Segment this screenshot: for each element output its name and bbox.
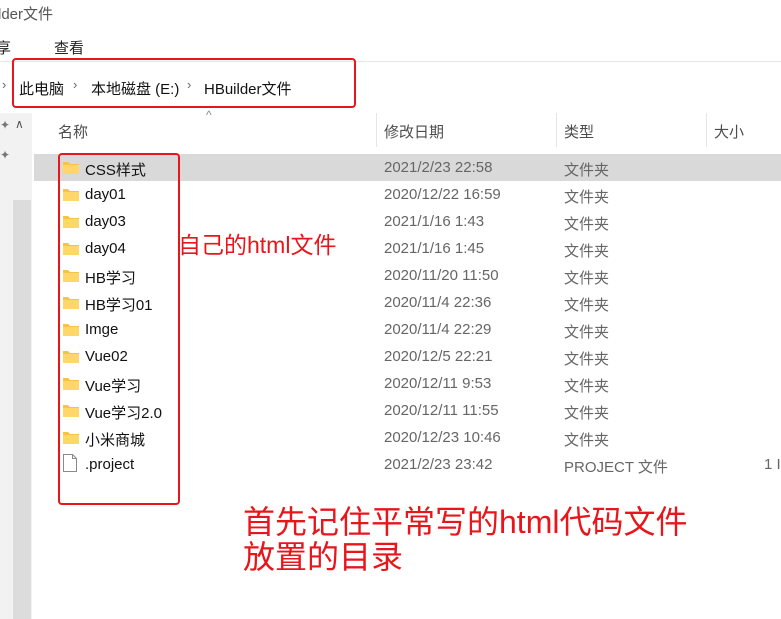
window-title: lder文件 xyxy=(0,6,54,23)
column-separator[interactable] xyxy=(376,113,377,147)
file-date: 2020/12/11 11:55 xyxy=(384,402,499,419)
file-date: 2020/11/4 22:36 xyxy=(384,294,492,311)
column-header-size[interactable]: 大小 xyxy=(714,121,744,142)
file-type: 文件夹 xyxy=(564,243,610,260)
file-date: 2021/1/16 1:43 xyxy=(384,213,485,230)
file-date: 2020/12/5 22:21 xyxy=(384,348,493,365)
file-type: 文件夹 xyxy=(564,351,610,368)
column-header-name[interactable]: 名称 xyxy=(58,121,88,142)
file-list-highlight-box xyxy=(58,153,180,505)
tab-share[interactable]: 享 xyxy=(0,37,11,58)
column-separator[interactable] xyxy=(706,113,707,147)
file-type: 文件夹 xyxy=(564,297,610,314)
address-highlight-box xyxy=(12,58,356,108)
file-type: 文件夹 xyxy=(564,189,610,206)
file-type: 文件夹 xyxy=(564,162,610,179)
file-date: 2020/12/11 9:53 xyxy=(384,375,492,392)
chevron-right-icon[interactable]: › xyxy=(2,77,6,92)
file-type: 文件夹 xyxy=(564,270,610,287)
file-date: 2021/2/23 23:42 xyxy=(384,456,493,473)
file-type: 文件夹 xyxy=(564,378,610,395)
file-type: 文件夹 xyxy=(564,432,610,449)
file-date: 2020/11/4 22:29 xyxy=(384,321,492,338)
pin-icon[interactable]: ✦ xyxy=(0,118,10,132)
column-header-type[interactable]: 类型 xyxy=(564,121,594,142)
tab-view[interactable]: 查看 xyxy=(54,37,84,58)
annotation-line-2: 放置的目录 xyxy=(243,539,404,576)
file-date: 2021/1/16 1:45 xyxy=(384,240,485,257)
nav-scrollbar[interactable] xyxy=(13,200,31,619)
file-type: PROJECT 文件 xyxy=(564,459,668,476)
file-date: 2020/12/23 10:46 xyxy=(384,429,501,446)
annotation-own-html-files: 自己的html文件 xyxy=(178,232,337,258)
annotation-line-1: 首先记住平常写的html代码文件 xyxy=(243,504,688,540)
file-type: 文件夹 xyxy=(564,216,610,233)
annotation-directory-note: 首先记住平常写的html代码文件 放置的目录 xyxy=(243,504,688,576)
file-date: 2020/11/20 11:50 xyxy=(384,267,499,284)
file-size: 1 I xyxy=(764,456,781,473)
pin-icon[interactable]: ✦ xyxy=(0,148,10,162)
sort-ascending-icon: ^ xyxy=(206,108,212,122)
column-separator[interactable] xyxy=(556,113,557,147)
file-type: 文件夹 xyxy=(564,405,610,422)
file-date: 2021/2/23 22:58 xyxy=(384,159,493,176)
file-type: 文件夹 xyxy=(564,324,610,341)
column-header-date[interactable]: 修改日期 xyxy=(384,121,444,142)
file-date: 2020/12/22 16:59 xyxy=(384,186,501,203)
scroll-up-icon[interactable]: ∧ xyxy=(15,117,24,131)
